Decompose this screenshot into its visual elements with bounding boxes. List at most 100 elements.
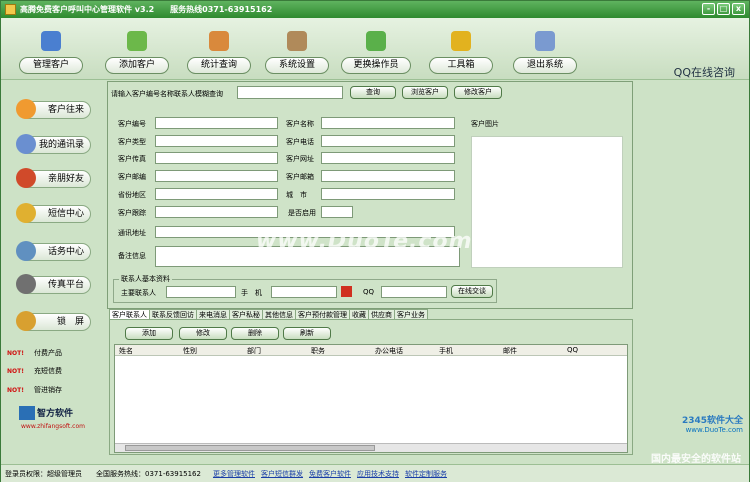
- search-input[interactable]: [237, 86, 343, 99]
- sidebar-item-customer-contact[interactable]: 客户往来: [16, 99, 91, 119]
- sidebar-item-call-center[interactable]: 话务中心: [16, 241, 91, 261]
- toolbar-add-customer[interactable]: 添加客户: [105, 31, 169, 75]
- hot-link-label: 充短信费: [33, 367, 62, 375]
- customer-website-field[interactable]: [321, 152, 455, 164]
- field-label-customer-website: 客户网址: [286, 155, 314, 163]
- edit-button[interactable]: 修改: [179, 327, 227, 340]
- sidebar-item-fax[interactable]: 传真平台: [16, 274, 91, 294]
- grid-column-name[interactable]: 姓名: [119, 346, 133, 356]
- toolbar-label: 工具箱: [429, 57, 493, 74]
- province-field[interactable]: [155, 188, 278, 200]
- sidebar-item-address-book[interactable]: 我的通讯录: [16, 134, 91, 154]
- sidebar-item-label: 话务中心: [47, 247, 84, 257]
- sms-icon: [16, 203, 36, 223]
- toolbar-toolbox[interactable]: 工具箱: [429, 31, 493, 75]
- call-icon: [16, 241, 36, 261]
- status-link-more-software[interactable]: 更多管理软件: [213, 469, 255, 479]
- field-label-customer-fax: 客户传真: [118, 155, 146, 163]
- site-watermark: 2345软件大全 www.DuoTe.com: [682, 413, 743, 434]
- qq-field[interactable]: [381, 286, 447, 298]
- edit-customer-button[interactable]: 修改客户: [454, 86, 502, 99]
- customer-phone-field[interactable]: [321, 135, 455, 147]
- field-label-customer-phone: 客户电话: [286, 138, 314, 146]
- field-label-remark: 备注信息: [118, 252, 146, 260]
- grid-column-title[interactable]: 职务: [311, 346, 325, 356]
- customer-id-field[interactable]: [155, 117, 278, 129]
- toolbar-change-operator[interactable]: 更换操作员: [341, 31, 411, 75]
- toolbar-exit[interactable]: 退出系统: [513, 31, 577, 75]
- friends-icon: [16, 168, 36, 188]
- toolbar-settings[interactable]: 系统设置: [265, 31, 329, 75]
- field-label-customer-name: 客户名称: [286, 120, 314, 128]
- grid-column-email[interactable]: 邮件: [503, 346, 517, 356]
- status-hotline: 全国服务热线：0371-63915162: [96, 469, 201, 478]
- hot-link-inventory[interactable]: NOT! 管进销存: [7, 385, 62, 395]
- sidebar-item-label: 客户往来: [47, 105, 84, 115]
- browse-customers-button[interactable]: 浏览客户: [402, 86, 448, 99]
- customer-type-field[interactable]: [155, 135, 278, 147]
- operators-icon: [366, 31, 386, 51]
- sidebar-item-friends[interactable]: 亲朋好友: [16, 168, 91, 188]
- grid-column-mobile[interactable]: 手机: [439, 346, 453, 356]
- online-chat-button[interactable]: 在线交谈: [451, 285, 493, 298]
- site-watermark-title: 2345软件大全: [681, 416, 743, 426]
- grid-column-qq[interactable]: QQ: [567, 346, 578, 354]
- slogan-watermark: 国内最安全的软件站: [651, 454, 741, 465]
- grid-header: 姓名 性别 部门 职务 办公电话 手机 邮件 QQ: [115, 345, 627, 356]
- dial-icon[interactable]: [341, 286, 352, 297]
- add-button[interactable]: 添加: [125, 327, 173, 340]
- close-button[interactable]: x: [732, 3, 745, 15]
- window-title: 高腾免费客户呼叫中心管理软件 v3.2: [20, 5, 155, 14]
- enabled-field[interactable]: [321, 206, 353, 218]
- hot-link-label: 管进销存: [33, 386, 62, 394]
- scrollbar-thumb[interactable]: [125, 445, 375, 451]
- mobile-field[interactable]: [271, 286, 337, 298]
- refresh-button[interactable]: 刷新: [283, 327, 331, 340]
- maximize-button[interactable]: □: [717, 3, 730, 15]
- hot-link-paid-products[interactable]: NOT! 付费产品: [7, 348, 62, 358]
- customer-photo: [471, 136, 623, 268]
- horizontal-scrollbar[interactable]: [115, 443, 627, 452]
- delete-button[interactable]: 删除: [231, 327, 279, 340]
- exit-icon: [535, 31, 555, 51]
- field-label-customer-type: 客户类型: [118, 138, 146, 146]
- status-bar: 登录员权限： 超级管理员 全国服务热线：0371-63915162 更多管理软件…: [1, 464, 749, 482]
- field-label-customer-id: 客户编号: [118, 120, 146, 128]
- main-contact-field[interactable]: [166, 286, 236, 298]
- customer-email-field[interactable]: [321, 170, 455, 182]
- customer-name-field[interactable]: [321, 117, 455, 129]
- grid-column-gender[interactable]: 性别: [183, 346, 197, 356]
- field-label-address: 通讯地址: [118, 229, 146, 237]
- hot-badge: NOT!: [7, 349, 24, 357]
- hot-link-recharge-sms[interactable]: NOT! 充短信费: [7, 366, 62, 376]
- contacts-icon: [16, 134, 36, 154]
- qq-online-consult[interactable]: QQ在线咨询: [674, 64, 735, 80]
- sidebar-item-lock-screen[interactable]: 锁 屏: [16, 311, 91, 331]
- field-label-enabled: 是否启用: [288, 209, 316, 217]
- status-role: 超级管理员: [47, 469, 82, 478]
- field-label-city: 城 市: [286, 191, 307, 199]
- toolbar-manage-customers[interactable]: 管理客户: [19, 31, 83, 75]
- grid-column-office-phone[interactable]: 办公电话: [375, 346, 403, 356]
- status-link-custom[interactable]: 软件定制服务: [405, 469, 447, 479]
- field-label-follow-up: 客户跟踪: [118, 209, 146, 217]
- customer-zip-field[interactable]: [155, 170, 278, 182]
- window-controls: - □ x: [702, 3, 745, 15]
- sidebar-item-sms[interactable]: 短信中心: [16, 203, 91, 223]
- search-button[interactable]: 查询: [350, 86, 396, 99]
- grid-column-department[interactable]: 部门: [247, 346, 261, 356]
- minimize-button[interactable]: -: [702, 3, 715, 15]
- follow-up-field[interactable]: [155, 206, 278, 218]
- hot-badge: NOT!: [7, 367, 24, 375]
- logo-text: 智方软件: [37, 409, 74, 419]
- toolbar-label: 退出系统: [513, 57, 577, 74]
- status-link-sms[interactable]: 客户短信群发: [261, 469, 303, 479]
- city-field[interactable]: [321, 188, 455, 200]
- status-link-free-software[interactable]: 免费客户软件: [309, 469, 351, 479]
- customer-fax-field[interactable]: [155, 152, 278, 164]
- title-bar: 高腾免费客户呼叫中心管理软件 v3.2 服务热线0371-63915162 - …: [1, 1, 749, 18]
- toolbar-statistics[interactable]: 统计查询: [187, 31, 251, 75]
- toolbar-label: 添加客户: [105, 57, 169, 74]
- status-link-support[interactable]: 应用技术支持: [357, 469, 399, 479]
- field-label-customer-zip: 客户邮编: [118, 173, 146, 181]
